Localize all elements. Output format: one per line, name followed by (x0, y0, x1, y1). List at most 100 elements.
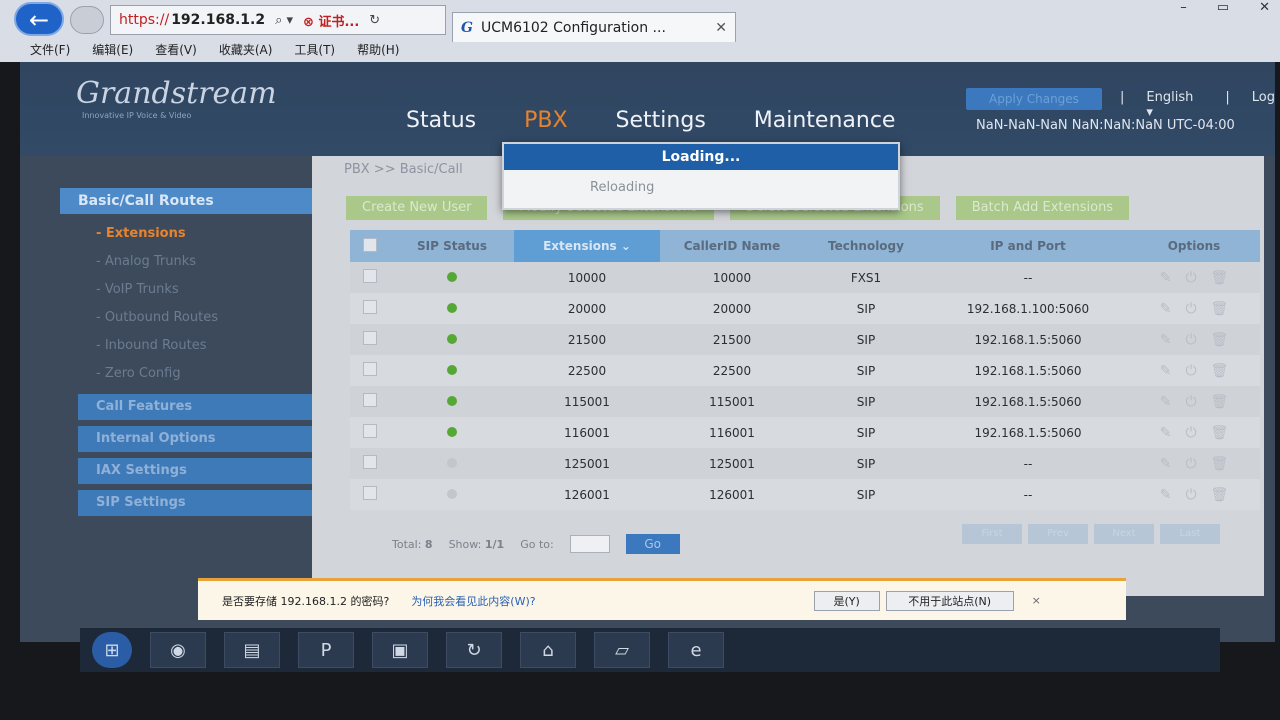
network-icon[interactable]: ⌂ (520, 632, 576, 668)
create-new-user-button[interactable]: Create New User (346, 196, 488, 220)
edit-icon[interactable]: ✎ (1160, 487, 1172, 503)
ie-icon[interactable]: e (668, 632, 724, 668)
minimize-icon[interactable]: – (1180, 0, 1187, 15)
chrome-icon[interactable]: ◉ (150, 632, 206, 668)
back-button[interactable]: ← (14, 2, 64, 36)
delete-icon[interactable]: 🗑 (1211, 487, 1229, 503)
sidebar-item-extensions[interactable]: - Extensions (60, 220, 330, 248)
edit-icon[interactable]: ✎ (1160, 394, 1172, 410)
reboot-icon[interactable]: ⏻ (1185, 270, 1196, 286)
forward-button[interactable] (70, 6, 104, 34)
reboot-icon[interactable]: ⏻ (1185, 487, 1196, 503)
folder-icon[interactable]: ▱ (594, 632, 650, 668)
sip-status-cell (390, 426, 514, 440)
select-all-checkbox[interactable] (350, 237, 390, 255)
delete-icon[interactable]: 🗑 (1211, 394, 1229, 410)
delete-icon[interactable]: 🗑 (1211, 456, 1229, 472)
table-row: 10000 10000 FXS1 -- ✎ ⏻ 🗑 (350, 262, 1260, 293)
nav-pbx[interactable]: PBX (524, 108, 567, 133)
explorer-icon[interactable]: ▤ (224, 632, 280, 668)
sidebar-item-internal-options[interactable]: Internal Options (78, 426, 330, 452)
sidebar-item-zero-config[interactable]: - Zero Config (60, 360, 330, 388)
cert-error-badge[interactable]: ⊗ 证书... (303, 11, 359, 30)
start-icon[interactable]: ⊞ (92, 632, 132, 668)
col-technology[interactable]: Technology (804, 239, 928, 253)
pager-prev-button[interactable]: Prev (1028, 524, 1088, 544)
col-sip-status[interactable]: SIP Status (390, 239, 514, 253)
dialog-message: Reloading (590, 180, 655, 195)
maximize-icon[interactable]: ▭ (1217, 0, 1229, 15)
col-extensions[interactable]: Extensions ⌄ (514, 230, 660, 262)
edit-icon[interactable]: ✎ (1160, 363, 1172, 379)
pager-last-button[interactable]: Last (1160, 524, 1220, 544)
why-link[interactable]: 为何我会看见此内容(W)? (411, 593, 535, 609)
screenshot-icon[interactable]: ▣ (372, 632, 428, 668)
row-checkbox[interactable] (350, 362, 390, 379)
powerpoint-icon[interactable]: P (298, 632, 354, 668)
sync-icon[interactable]: ↻ (446, 632, 502, 668)
edit-icon[interactable]: ✎ (1160, 301, 1172, 317)
goto-page-input[interactable] (569, 535, 610, 553)
delete-icon[interactable]: 🗑 (1211, 332, 1229, 348)
reboot-icon[interactable]: ⏻ (1185, 332, 1196, 348)
language-select[interactable]: English ▾ (1146, 90, 1203, 120)
address-bar[interactable]: https:// 192.168.1.2 ⌕ ▾ ⊗ 证书... ↻ (110, 5, 446, 35)
row-checkbox[interactable] (350, 269, 390, 286)
row-checkbox[interactable] (350, 424, 390, 441)
sip-status-cell (390, 271, 514, 285)
status-dot-icon (447, 364, 457, 375)
table-footer: Total: 8 Show: 1/1 Go to: Go (392, 534, 680, 554)
menu-view[interactable]: 查看(V) (155, 41, 197, 58)
delete-icon[interactable]: 🗑 (1211, 301, 1229, 317)
sidebar-item-voip-trunks[interactable]: - VoIP Trunks (60, 276, 330, 304)
reboot-icon[interactable]: ⏻ (1185, 301, 1196, 317)
go-button[interactable]: Go (625, 534, 680, 554)
nav-settings[interactable]: Settings (616, 108, 706, 133)
password-bar-close-icon[interactable]: × (1032, 594, 1041, 607)
row-checkbox[interactable] (350, 300, 390, 317)
sidebar-item-analog-trunks[interactable]: - Analog Trunks (60, 248, 330, 276)
col-ip-port[interactable]: IP and Port (928, 239, 1128, 253)
edit-icon[interactable]: ✎ (1160, 456, 1172, 472)
edit-icon[interactable]: ✎ (1160, 270, 1172, 286)
sidebar-item-iax-settings[interactable]: IAX Settings (78, 458, 330, 484)
close-window-icon[interactable]: ✕ (1259, 0, 1270, 15)
reboot-icon[interactable]: ⏻ (1185, 394, 1196, 410)
col-callerid-name[interactable]: CallerID Name (660, 239, 804, 253)
edit-icon[interactable]: ✎ (1160, 425, 1172, 441)
pager-next-button[interactable]: Next (1094, 524, 1154, 544)
row-checkbox[interactable] (350, 331, 390, 348)
save-password-never-button[interactable]: 不用于此站点(N) (885, 590, 1014, 611)
batch-add-button[interactable]: Batch Add Extensions (955, 196, 1130, 220)
pager-first-button[interactable]: First (962, 524, 1022, 544)
refresh-icon[interactable]: ↻ (369, 13, 380, 28)
edit-icon[interactable]: ✎ (1160, 332, 1172, 348)
delete-icon[interactable]: 🗑 (1211, 363, 1229, 379)
sidebar-section-basic-call-routes[interactable]: Basic/Call Routes (60, 188, 330, 214)
menu-favorites[interactable]: 收藏夹(A) (219, 41, 273, 58)
sidebar-item-inbound-routes[interactable]: - Inbound Routes (60, 332, 330, 360)
nav-maintenance[interactable]: Maintenance (754, 108, 896, 133)
save-password-yes-button[interactable]: 是(Y) (813, 590, 880, 611)
nav-status[interactable]: Status (406, 108, 476, 133)
tab-close-icon[interactable]: ✕ (715, 20, 727, 36)
search-icon[interactable]: ⌕ ▾ (275, 13, 293, 28)
sidebar-item-sip-settings[interactable]: SIP Settings (78, 490, 330, 516)
menu-file[interactable]: 文件(F) (30, 41, 70, 58)
menu-tools[interactable]: 工具(T) (294, 41, 335, 58)
row-checkbox[interactable] (350, 455, 390, 472)
menu-edit[interactable]: 编辑(E) (92, 41, 133, 58)
sidebar-item-outbound-routes[interactable]: - Outbound Routes (60, 304, 330, 332)
table-body: 10000 10000 FXS1 -- ✎ ⏻ 🗑 20000 20000 SIP 192.168.… (350, 262, 1260, 510)
logout-link[interactable]: Log (1252, 90, 1275, 120)
row-checkbox[interactable] (350, 393, 390, 410)
menu-help[interactable]: 帮助(H) (357, 41, 399, 58)
delete-icon[interactable]: 🗑 (1211, 425, 1229, 441)
reboot-icon[interactable]: ⏻ (1185, 363, 1196, 379)
delete-icon[interactable]: 🗑 (1211, 270, 1229, 286)
row-checkbox[interactable] (350, 486, 390, 503)
reboot-icon[interactable]: ⏻ (1185, 456, 1196, 472)
sidebar-item-call-features[interactable]: Call Features (78, 394, 330, 420)
apply-changes-button[interactable]: Apply Changes (966, 88, 1102, 110)
reboot-icon[interactable]: ⏻ (1185, 425, 1196, 441)
